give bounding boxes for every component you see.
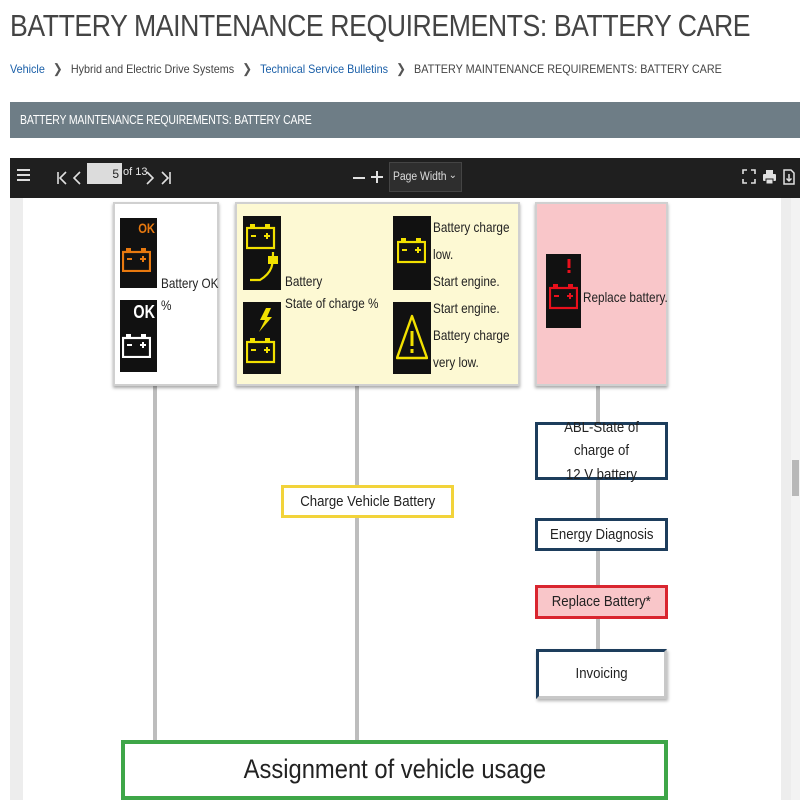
battery-ok-box: OK OK Battery OK % (113, 202, 219, 386)
battery-label: Battery (285, 273, 323, 289)
zoom-out-icon[interactable] (353, 176, 365, 180)
battery-icon (122, 248, 151, 272)
page-number-input[interactable] (87, 163, 122, 184)
warning-triangle-icon (393, 302, 431, 374)
invoicing-label: Invoicing (575, 665, 628, 682)
zoom-value: Page Width (393, 171, 447, 183)
page-title: BATTERY MAINTENANCE REQUIREMENTS: BATTER… (10, 8, 751, 43)
chevron-right-icon: ❯ (396, 61, 406, 76)
pdf-page: OK OK Battery OK % Battery State of char… (23, 198, 781, 800)
battery-ok-percent: % (161, 297, 172, 313)
fullscreen-icon[interactable] (742, 169, 756, 184)
chevron-right-icon: ❯ (242, 61, 253, 76)
ok-icon-label: OK (138, 220, 155, 236)
section-heading: BATTERY MAINTENANCE REQUIREMENTS: BATTER… (20, 113, 312, 127)
abl-state-of-charge-box: ABL-State of charge of 12 V battery (535, 419, 668, 483)
battery-lightning-icon-graphic (246, 308, 276, 364)
breadcrumb-link-tsb[interactable]: Technical Service Bulletins (260, 62, 388, 76)
sidebar-toggle-icon[interactable] (17, 169, 30, 183)
state-of-charge-box: Battery State of charge % Battery charge… (235, 202, 520, 386)
previous-page-icon[interactable] (73, 171, 81, 185)
assignment-label: Assignment of vehicle usage (243, 754, 546, 785)
state-of-charge-label: State of charge % (285, 295, 379, 311)
ok-icon-label: OK (133, 302, 155, 322)
next-page-icon[interactable] (146, 171, 154, 185)
battery-plug-icon (243, 216, 281, 290)
first-page-icon[interactable] (56, 171, 68, 185)
download-icon[interactable] (783, 169, 795, 185)
exclamation-icon (567, 259, 571, 273)
battery-icon (397, 238, 426, 264)
pdf-toolbar: of 13 Page Width ⌄ (10, 158, 800, 198)
breadcrumb: Vehicle ❯ Hybrid and Electric Drive Syst… (10, 61, 722, 77)
battery-icon (122, 334, 151, 358)
abl-label-line1: ABL-State of charge of (564, 419, 639, 460)
battery-lightning-icon (243, 302, 281, 374)
pdf-viewer[interactable]: OK OK Battery OK % Battery State of char… (10, 198, 800, 800)
scrollbar-thumb[interactable] (792, 460, 799, 496)
battery-ok-label: Battery OK (161, 275, 219, 291)
zoom-select[interactable]: Page Width ⌄ (389, 162, 462, 192)
energy-diagnosis-label: Energy Diagnosis (549, 525, 654, 543)
section-header: BATTERY MAINTENANCE REQUIREMENTS: BATTER… (10, 102, 800, 138)
invoicing-box: Invoicing (536, 649, 667, 699)
breadcrumb-current: BATTERY MAINTENANCE REQUIREMENTS: BATTER… (414, 62, 722, 76)
battery-ok-white-icon: OK (120, 300, 157, 372)
connector-line (355, 384, 359, 740)
print-icon[interactable] (762, 169, 777, 185)
breadcrumb-link-vehicle[interactable]: Vehicle (10, 62, 45, 76)
scrollbar[interactable] (791, 198, 800, 800)
battery-very-low-line2: Battery charge (433, 327, 510, 343)
battery-very-low-line3: very low. (433, 354, 479, 370)
chevron-down-icon: ⌄ (448, 170, 457, 181)
replace-battery-box: Replace battery. (535, 202, 668, 386)
battery-charge-low-line3: Start engine. (433, 273, 500, 289)
zoom-in-icon[interactable] (371, 171, 383, 183)
battery-very-low-line1: Start engine. (433, 300, 500, 316)
battery-icon (549, 284, 578, 310)
connector-line (153, 384, 157, 740)
battery-plug-icon-graphic (246, 224, 278, 282)
battery-ok-orange-icon: OK (120, 218, 157, 288)
page-count-label: of 13 (123, 166, 148, 178)
battery-replace-icon (546, 254, 581, 328)
battery-low-icon (393, 216, 431, 290)
abl-label-line2: 12 V battery (565, 465, 638, 483)
charge-vehicle-battery-label: Charge Vehicle Battery (299, 492, 435, 510)
assignment-of-vehicle-usage-box: Assignment of vehicle usage (121, 740, 668, 800)
battery-charge-low-line2: low. (433, 246, 454, 262)
breadcrumb-item-hybrid: Hybrid and Electric Drive Systems (70, 62, 235, 76)
replace-battery-step-box: Replace Battery* (535, 585, 668, 619)
charge-vehicle-battery-box: Charge Vehicle Battery (281, 485, 454, 518)
chevron-right-icon: ❯ (52, 61, 63, 76)
energy-diagnosis-box: Energy Diagnosis (535, 518, 668, 551)
warning-icon (396, 314, 428, 360)
replace-battery-step-label: Replace Battery* (551, 593, 652, 610)
page: BATTERY MAINTENANCE REQUIREMENTS: BATTER… (0, 0, 800, 800)
battery-charge-low-line1: Battery charge (433, 219, 510, 235)
last-page-icon[interactable] (160, 171, 172, 185)
replace-battery-label: Replace battery. (583, 289, 668, 305)
